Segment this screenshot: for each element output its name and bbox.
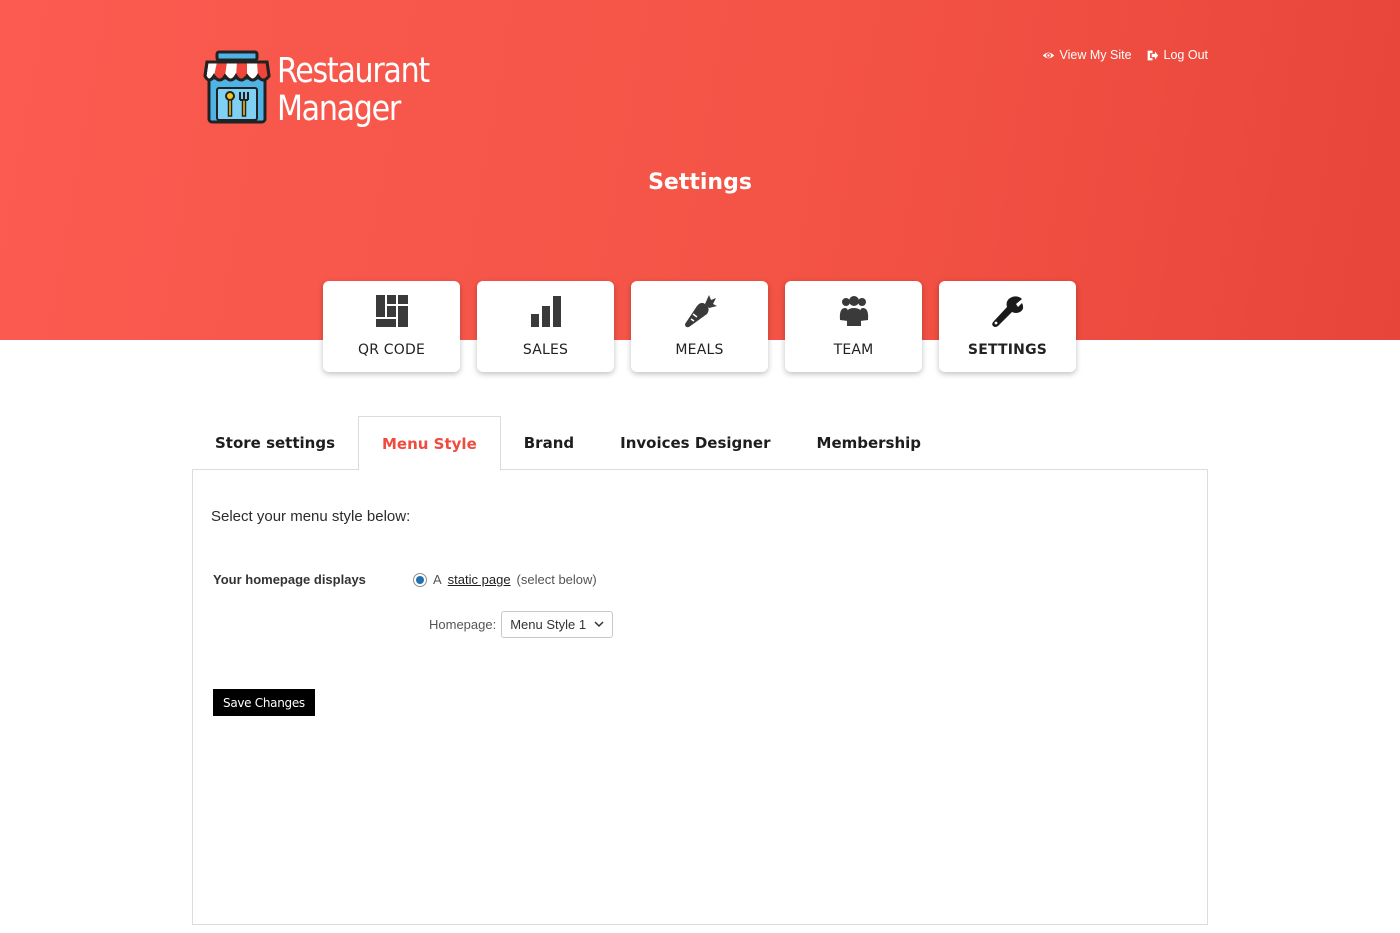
brand-logo[interactable]: Restaurant Manager [203, 50, 443, 132]
log-out-link[interactable]: Log Out [1146, 48, 1208, 62]
static-page-option: A static page (select below) [413, 572, 597, 587]
eye-icon [1042, 52, 1054, 58]
bar-chart-icon [530, 296, 561, 327]
nav-card-label: QR CODE [357, 342, 426, 358]
nav-cards: QR CODE SALES MEALS TEAM SETTINGS [323, 281, 1076, 372]
view-my-site-link[interactable]: View My Site [1042, 48, 1132, 62]
nav-card-settings[interactable]: SETTINGS [939, 281, 1076, 372]
static-page-radio[interactable] [413, 572, 427, 587]
team-icon [839, 296, 868, 326]
nav-card-team[interactable]: TEAM [785, 281, 922, 372]
nav-card-label: SALES [522, 342, 569, 358]
nav-card-label: SETTINGS [967, 342, 1048, 358]
logout-icon [1147, 50, 1158, 60]
radio-suffix: (select below) [516, 572, 597, 587]
nav-card-label: MEALS [675, 342, 724, 358]
tab-brand[interactable]: Brand [501, 416, 597, 470]
tab-menu-style[interactable]: Menu Style [358, 416, 501, 471]
chevron-down-icon [594, 621, 604, 628]
tab-store-settings[interactable]: Store settings [192, 416, 358, 470]
homepage-row: Homepage: Menu Style 1 [429, 611, 614, 638]
intro-text: Select your menu style below: [211, 508, 411, 525]
log-out-label: Log Out [1163, 48, 1208, 62]
view-my-site-label: View My Site [1059, 48, 1132, 62]
nav-card-label: TEAM [833, 342, 874, 358]
wrench-icon [991, 296, 1023, 327]
nav-card-meals[interactable]: MEALS [631, 281, 768, 372]
settings-tabs: Store settings Menu Style Brand Invoices… [192, 416, 945, 471]
brand-name-line2: Manager [277, 89, 401, 129]
menu-style-panel: Select your menu style below: Your homep… [192, 469, 1208, 925]
carrot-icon [684, 295, 717, 328]
page-title: Settings [648, 170, 752, 195]
homepage-select[interactable]: Menu Style 1 [501, 611, 614, 638]
tab-membership[interactable]: Membership [794, 416, 945, 470]
save-changes-button[interactable]: Save Changes [213, 689, 315, 716]
radio-selected-dot [416, 575, 424, 584]
brand-name-line1: Restaurant [277, 51, 430, 91]
static-page-link[interactable]: static page [448, 572, 511, 587]
homepage-displays-label: Your homepage displays [213, 572, 366, 587]
nav-card-qr-code[interactable]: QR CODE [323, 281, 460, 372]
radio-prefix: A [433, 572, 442, 587]
storefront-icon [203, 50, 271, 124]
homepage-label: Homepage: [429, 617, 497, 632]
qr-code-icon [375, 295, 408, 327]
homepage-select-value: Menu Style 1 [510, 617, 587, 632]
top-links: View My Site Log Out [1042, 48, 1208, 62]
nav-card-sales[interactable]: SALES [477, 281, 614, 372]
tab-invoices-designer[interactable]: Invoices Designer [597, 416, 793, 470]
